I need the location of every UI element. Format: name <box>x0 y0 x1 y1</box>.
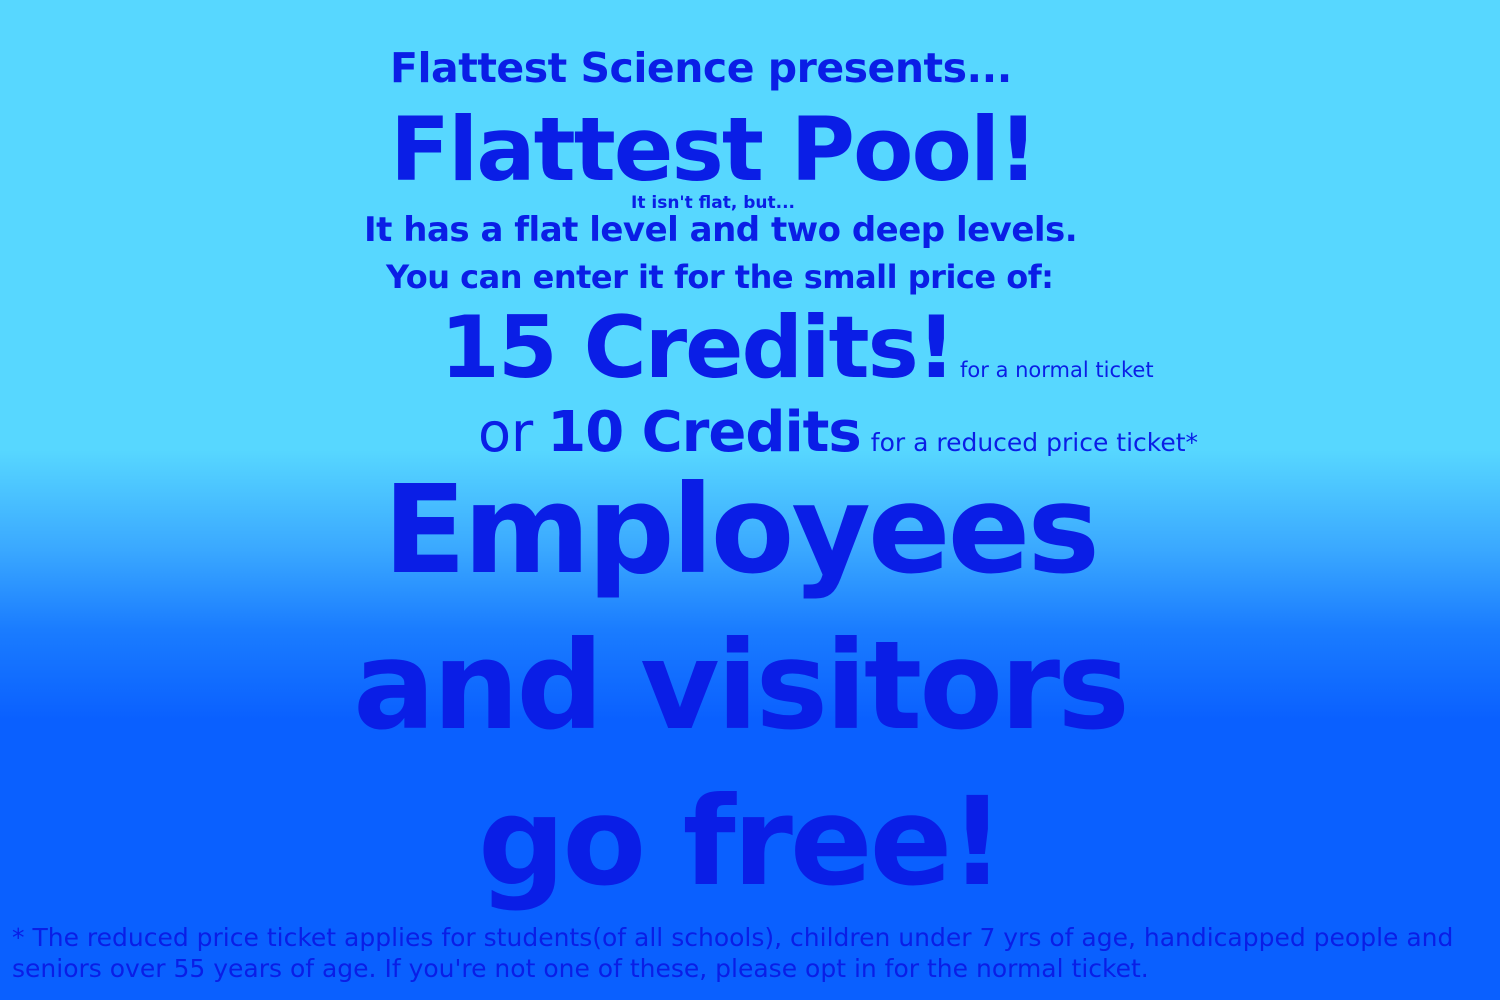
normal-price: 15 Credits! <box>440 298 956 398</box>
presenter-text: Flattest Science presents... <box>390 44 1012 92</box>
normal-price-label: for a normal ticket <box>960 358 1154 382</box>
normal-price-row: 15 Credits! for a normal ticket <box>440 298 1154 398</box>
free-entry-headline: Employees and visitors go free! <box>353 459 1130 913</box>
description-line-1: It has a flat level and two deep levels. <box>364 210 1078 250</box>
description-line-2: You can enter it for the small price of: <box>386 258 1054 296</box>
page-title: Flattest Pool! <box>390 98 1038 201</box>
footnote: * The reduced price ticket applies for s… <box>12 923 1454 983</box>
